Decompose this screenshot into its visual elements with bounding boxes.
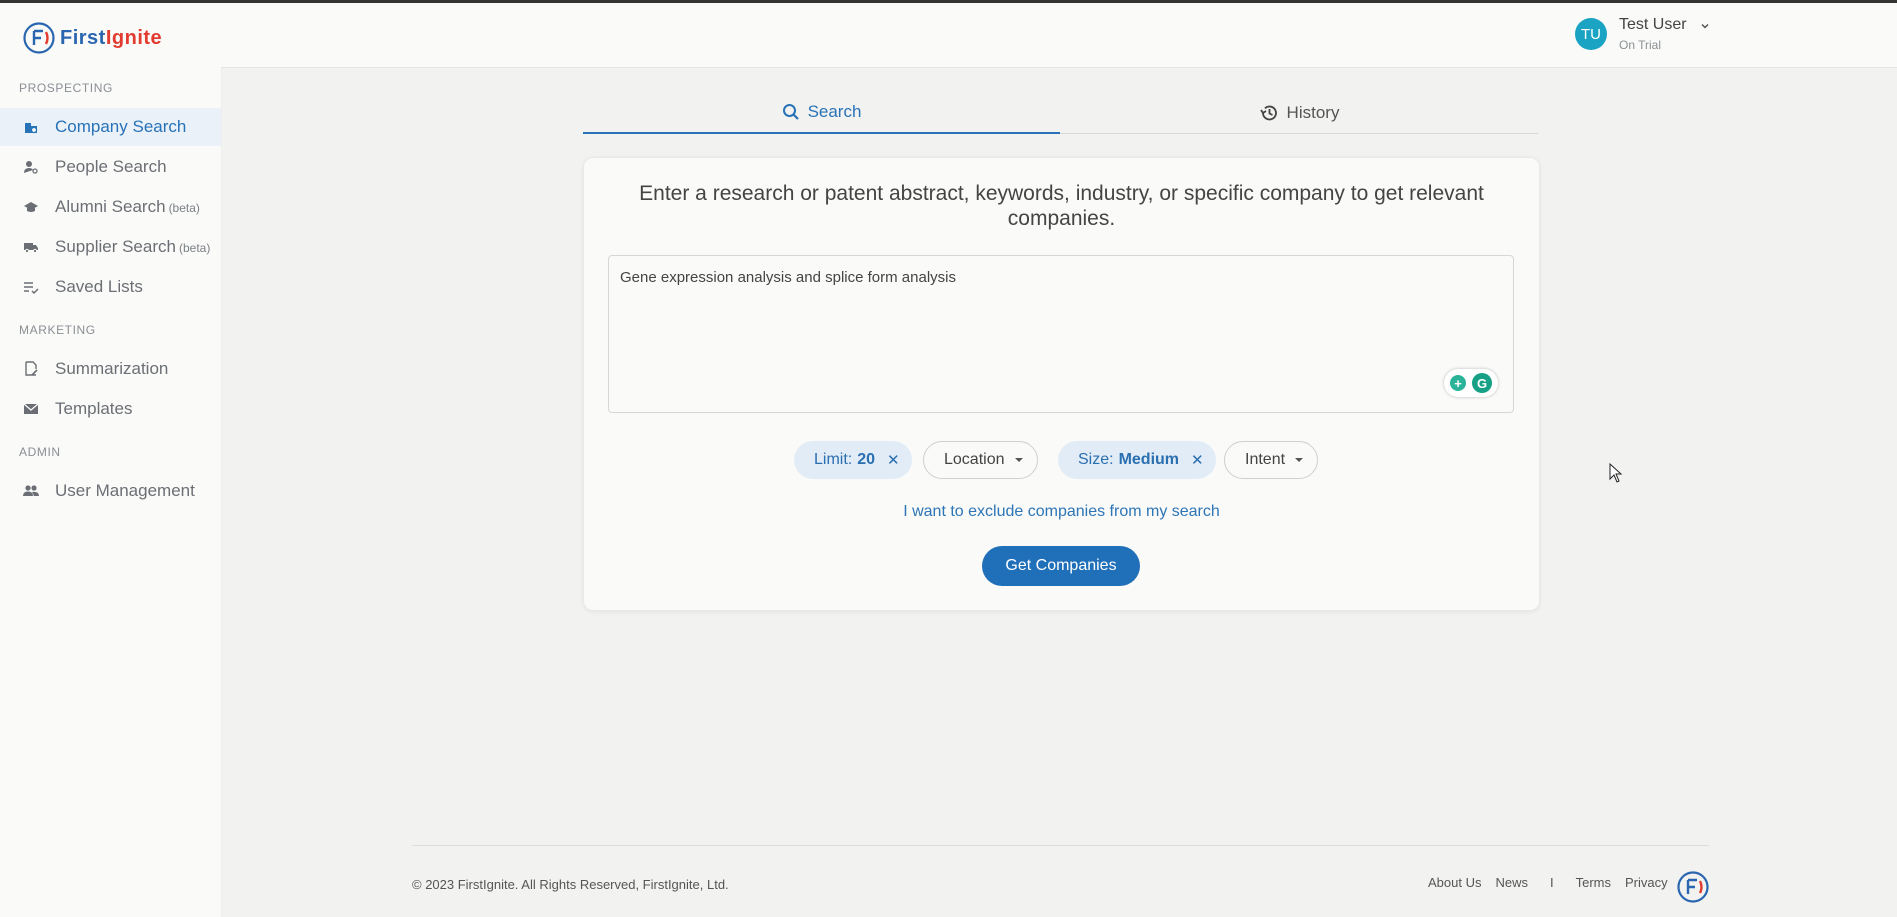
logo-ignite: Ignite xyxy=(105,26,163,49)
location-filter-dropdown[interactable]: Location xyxy=(923,441,1038,479)
exclude-companies-link[interactable]: I want to exclude companies from my sear… xyxy=(584,503,1539,521)
people-search-icon xyxy=(23,159,39,175)
footer-separator: I xyxy=(1550,875,1554,890)
sidebar-item-alumni-search[interactable]: Alumni Search (beta) xyxy=(0,188,221,226)
section-label-admin: ADMIN xyxy=(19,445,61,459)
get-companies-button[interactable]: Get Companies xyxy=(982,546,1140,586)
limit-value: 20 xyxy=(857,451,876,468)
section-label-marketing: MARKETING xyxy=(19,323,96,337)
sidebar-item-supplier-search[interactable]: Supplier Search (beta) xyxy=(0,228,221,266)
sidebar-item-label: User Management xyxy=(55,481,195,500)
beta-badge: (beta) xyxy=(178,241,211,255)
footer-divider xyxy=(412,845,1709,846)
truck-icon xyxy=(23,239,39,255)
sidebar-item-label: Company Search xyxy=(55,117,187,136)
beta-badge: (beta) xyxy=(168,201,200,215)
limit-filter-chip[interactable]: Limit: 20 ✕ xyxy=(794,441,912,479)
supplier-label: Supplier Search xyxy=(55,237,176,256)
intent-label: Intent xyxy=(1245,451,1286,468)
firstignite-logo[interactable]: FirstIgnite xyxy=(22,21,162,55)
sidebar-item-label: Templates xyxy=(55,399,133,418)
history-icon xyxy=(1259,105,1277,120)
company-search-icon xyxy=(23,119,39,135)
caret-down-icon xyxy=(1014,458,1023,462)
search-prompt: Enter a research or patent abstract, key… xyxy=(639,182,1484,230)
lightbulb-icon[interactable]: + xyxy=(1450,375,1466,391)
section-label-prospecting: PROSPECTING xyxy=(19,81,113,95)
size-value: Medium xyxy=(1118,451,1180,468)
user-name[interactable]: Test User xyxy=(1619,16,1687,34)
footer-link-news[interactable]: News xyxy=(1495,875,1528,890)
sidebar-item-label: Alumni Search (beta) xyxy=(55,197,200,217)
graduation-cap-icon xyxy=(23,199,39,215)
close-icon[interactable]: ✕ xyxy=(1191,451,1204,469)
footer-link-privacy[interactable]: Privacy xyxy=(1625,875,1668,890)
size-label: Size: xyxy=(1078,451,1114,468)
firstignite-logo-mark-icon xyxy=(23,22,55,54)
grammarly-icon[interactable]: G xyxy=(1472,373,1492,393)
copyright-text: © 2023 FirstIgnite. All Rights Reserved,… xyxy=(412,877,729,892)
footer-link-about[interactable]: About Us xyxy=(1428,875,1481,890)
tab-label: History xyxy=(1286,102,1340,122)
grammar-assistant-widget[interactable]: + G xyxy=(1444,369,1498,397)
search-card: Enter a research or patent abstract, key… xyxy=(583,157,1540,611)
sidebar-item-label: Saved Lists xyxy=(55,277,143,296)
avatar[interactable]: TU xyxy=(1575,18,1607,50)
logo-first: First xyxy=(60,26,106,49)
location-label: Location xyxy=(944,451,1005,468)
size-filter-chip[interactable]: Size: Medium ✕ xyxy=(1058,441,1216,479)
logo-wordmark: FirstIgnite xyxy=(60,27,162,50)
tab-search[interactable]: Search xyxy=(583,92,1060,134)
footer-link-terms[interactable]: Terms xyxy=(1576,875,1611,890)
sidebar-item-people-search[interactable]: People Search xyxy=(0,148,221,186)
intent-filter-dropdown[interactable]: Intent xyxy=(1224,441,1319,479)
sidebar-item-summarization[interactable]: Summarization xyxy=(0,350,221,388)
footer-links: About Us News I Terms Privacy xyxy=(1428,875,1682,890)
firstignite-footer-logo-icon xyxy=(1677,871,1709,903)
sidebar-item-company-search[interactable]: Company Search xyxy=(0,108,221,146)
sidebar: FirstIgnite PROSPECTING Company Search P… xyxy=(0,3,222,917)
users-icon xyxy=(23,483,39,499)
sidebar-item-saved-lists[interactable]: Saved Lists xyxy=(0,268,221,306)
sidebar-item-label: Summarization xyxy=(55,359,169,378)
alumni-label: Alumni Search xyxy=(55,197,166,216)
top-header: TU Test User On Trial xyxy=(221,3,1897,68)
mail-icon xyxy=(23,401,39,417)
sidebar-item-user-management[interactable]: User Management xyxy=(0,472,221,510)
sidebar-item-templates[interactable]: Templates xyxy=(0,390,221,428)
close-icon[interactable]: ✕ xyxy=(887,451,900,469)
search-icon xyxy=(782,104,799,120)
checklist-icon xyxy=(23,279,39,295)
mouse-cursor-icon xyxy=(1609,463,1623,483)
edit-document-icon xyxy=(23,361,39,377)
chevron-down-icon[interactable] xyxy=(1699,20,1711,32)
search-query-input[interactable]: Gene expression analysis and splice form… xyxy=(608,255,1514,413)
tab-label: Search xyxy=(807,102,862,121)
user-status: On Trial xyxy=(1619,38,1662,52)
caret-down-icon xyxy=(1295,458,1304,462)
tab-history[interactable]: History xyxy=(1060,92,1538,134)
limit-label: Limit: xyxy=(814,451,853,468)
sidebar-item-label: People Search xyxy=(55,157,167,176)
sidebar-item-label: Supplier Search (beta) xyxy=(55,237,210,257)
